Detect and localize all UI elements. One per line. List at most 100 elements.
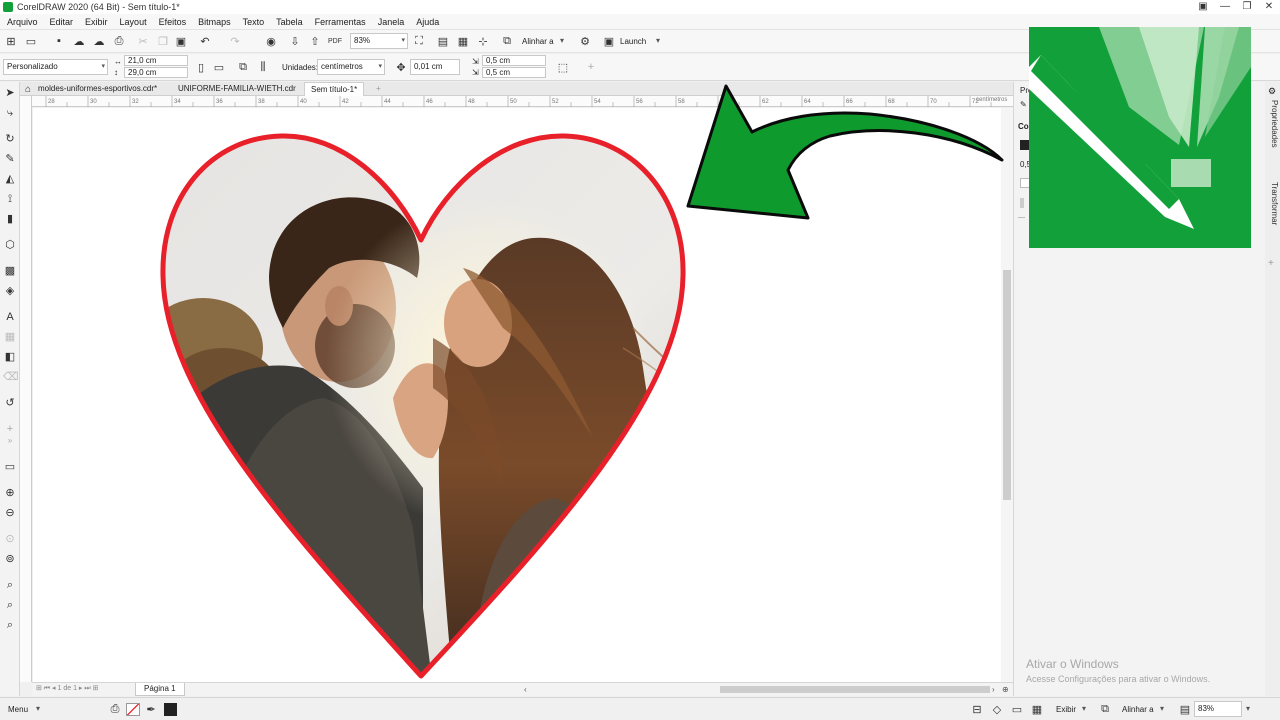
pattern-tool-icon[interactable]: ▩	[3, 264, 17, 278]
duplicate-y-input[interactable]: 0,5 cm	[482, 67, 546, 78]
undo-icon[interactable]: ↶	[198, 34, 212, 48]
eyedropper-icon[interactable]: ↺	[3, 396, 17, 410]
outline-pen-icon[interactable]: ✒	[144, 702, 158, 716]
tab-sem-titulo[interactable]: Sem título-1*	[304, 82, 365, 96]
chevron-down-icon[interactable]: ▾	[656, 36, 660, 45]
artistic-media-icon[interactable]: ◭	[3, 172, 17, 186]
zoom-select[interactable]: 83% ▾	[350, 33, 408, 49]
page-preset-select[interactable]: Personalizado ▾	[3, 59, 108, 75]
portrait-icon[interactable]: ▯	[194, 60, 208, 74]
status-icon-a[interactable]: ⊟	[970, 702, 984, 716]
pick-tool-icon[interactable]: ➤	[3, 86, 17, 100]
align-to-label[interactable]: Alinhar a	[522, 37, 554, 46]
status-icon-c[interactable]: ▭	[1010, 702, 1024, 716]
minimize-button[interactable]: —	[1214, 0, 1236, 14]
landscape-icon[interactable]: ▭	[212, 60, 226, 74]
transparency-tool-icon[interactable]: ◧	[3, 350, 17, 364]
units-select[interactable]: centímetros ▾	[317, 59, 385, 75]
zoom-out-icon[interactable]: ⊖	[3, 506, 17, 520]
open-folder-icon[interactable]: ▭	[24, 34, 38, 48]
table-tool-icon[interactable]: ▦	[3, 330, 17, 344]
page-width-input[interactable]: 21,0 cm	[124, 55, 188, 66]
tab-uniforme-familia[interactable]: UNIFORME-FAMILIA-WIETH.cdr	[172, 82, 302, 96]
zoom-fit-icon[interactable]: ⊕	[1002, 685, 1009, 694]
eraser-icon[interactable]: ⌫	[3, 370, 19, 384]
menu-janela[interactable]: Janela	[372, 17, 411, 27]
export-icon[interactable]: ⇧	[308, 34, 322, 48]
text-tool-icon[interactable]: A	[3, 310, 17, 324]
tab-propriedades[interactable]: Propriedades	[1266, 100, 1279, 170]
vertical-ruler[interactable]	[20, 96, 32, 682]
show-grid-icon[interactable]: ▦	[456, 34, 470, 48]
shape-tool-icon[interactable]: ⤷	[3, 106, 17, 120]
zoom-height-icon[interactable]: ⌕	[3, 618, 17, 632]
paste-icon[interactable]: ▣	[174, 34, 188, 48]
page-height-input[interactable]: 29,0 cm	[124, 67, 188, 78]
status-zoom-select[interactable]: 83%	[1194, 701, 1242, 717]
cloud-upload-icon[interactable]: ☁	[72, 34, 86, 48]
outline-color-swatch[interactable]	[164, 703, 177, 716]
new-document-icon[interactable]: ⊞	[4, 34, 18, 48]
all-pages-icon[interactable]: ⧉	[236, 60, 250, 74]
menu-editar[interactable]: Editar	[44, 17, 80, 27]
status-align-label[interactable]: Alinhar a	[1122, 705, 1154, 714]
import-icon[interactable]: ⇩	[288, 34, 302, 48]
outline-pen-icon[interactable]: ✎	[1020, 100, 1027, 109]
status-page-icon[interactable]: ▤	[1178, 702, 1192, 716]
save-icon[interactable]: ▪	[52, 34, 66, 48]
page-frame-icon[interactable]: ⬚	[556, 60, 570, 74]
close-button[interactable]: ✕	[1258, 0, 1280, 14]
menu-bitmaps[interactable]: Bitmaps	[192, 17, 237, 27]
export-pdf-icon[interactable]: PDF	[328, 34, 342, 48]
page-position[interactable]: ⊞ ⏮ ◂ 1 de 1 ▸ ⏭ ⊞	[36, 684, 99, 693]
chevron-down-icon[interactable]: ▾	[560, 36, 564, 45]
arrow-field[interactable]	[1020, 198, 1024, 208]
redo-icon[interactable]: ↷	[228, 34, 242, 48]
options-gear-icon[interactable]: ⚙	[578, 34, 592, 48]
cut-icon[interactable]: ✂	[136, 34, 150, 48]
show-rulers-icon[interactable]: ▤	[436, 34, 450, 48]
shapes-tool-icon[interactable]: ⬡	[3, 238, 17, 252]
status-menu-label[interactable]: Menu	[8, 705, 28, 714]
cloud-download-icon[interactable]: ☁	[92, 34, 106, 48]
menu-texto[interactable]: Texto	[237, 17, 271, 27]
freehand-tool-icon[interactable]: ✎	[3, 152, 17, 166]
docker-settings-icon[interactable]: ⚙	[1268, 86, 1276, 97]
tab-moldes-uniformes[interactable]: moldes-uniformes-esportivos.cdr*	[32, 82, 163, 96]
print-icon[interactable]: ⎙	[112, 34, 126, 48]
status-view-label[interactable]: Exibir	[1056, 705, 1076, 714]
zoom-in-icon[interactable]: ⊕	[3, 486, 17, 500]
maximize-button[interactable]: ❐	[1236, 0, 1258, 14]
search-content-icon[interactable]: ◉	[264, 34, 278, 48]
zoom-all-icon[interactable]: ⊚	[3, 552, 17, 566]
nudge-distance-input[interactable]: 0,01 cm	[410, 59, 460, 75]
menu-layout[interactable]: Layout	[114, 17, 153, 27]
fill-indicator-icon[interactable]: ⎙	[108, 702, 122, 716]
scroll-right-icon[interactable]: ›	[992, 685, 995, 694]
zoom-width-icon[interactable]: ⌕	[3, 598, 17, 612]
fill-none-swatch[interactable]	[126, 703, 140, 716]
launch-icon[interactable]: ▣	[602, 34, 616, 48]
chevron-down-icon[interactable]: ▾	[1246, 704, 1250, 713]
zoom-page-icon[interactable]: ⌕	[3, 578, 17, 592]
snap-icon[interactable]: ⧉	[500, 34, 514, 48]
duplicate-x-input[interactable]: 0,5 cm	[482, 55, 546, 66]
menu-efeitos[interactable]: Efeitos	[153, 17, 193, 27]
copy-icon[interactable]: ❐	[156, 34, 170, 48]
help-icon[interactable]: ▣	[1192, 0, 1214, 14]
add-icon[interactable]: +	[584, 60, 598, 74]
menu-arquivo[interactable]: Arquivo	[0, 17, 44, 27]
full-screen-icon[interactable]: ⛶	[412, 34, 426, 48]
menu-tabela[interactable]: Tabela	[270, 17, 309, 27]
horizontal-scroll-thumb[interactable]	[720, 686, 990, 693]
menu-ajuda[interactable]: Ajuda	[410, 17, 445, 27]
crop-tool-icon[interactable]: ↻	[3, 132, 17, 146]
menu-exibir[interactable]: Exibir	[79, 17, 114, 27]
launch-label[interactable]: Launch	[620, 37, 646, 46]
scroll-left-icon[interactable]: ‹	[524, 685, 527, 694]
new-tab-icon[interactable]: +	[370, 82, 387, 96]
current-page-icon[interactable]: ⫼	[256, 60, 270, 74]
chevron-down-icon[interactable]: ▾	[1082, 704, 1086, 713]
page-1-tab[interactable]: Página 1	[135, 683, 185, 696]
status-icon-b[interactable]: ◇	[990, 702, 1004, 716]
